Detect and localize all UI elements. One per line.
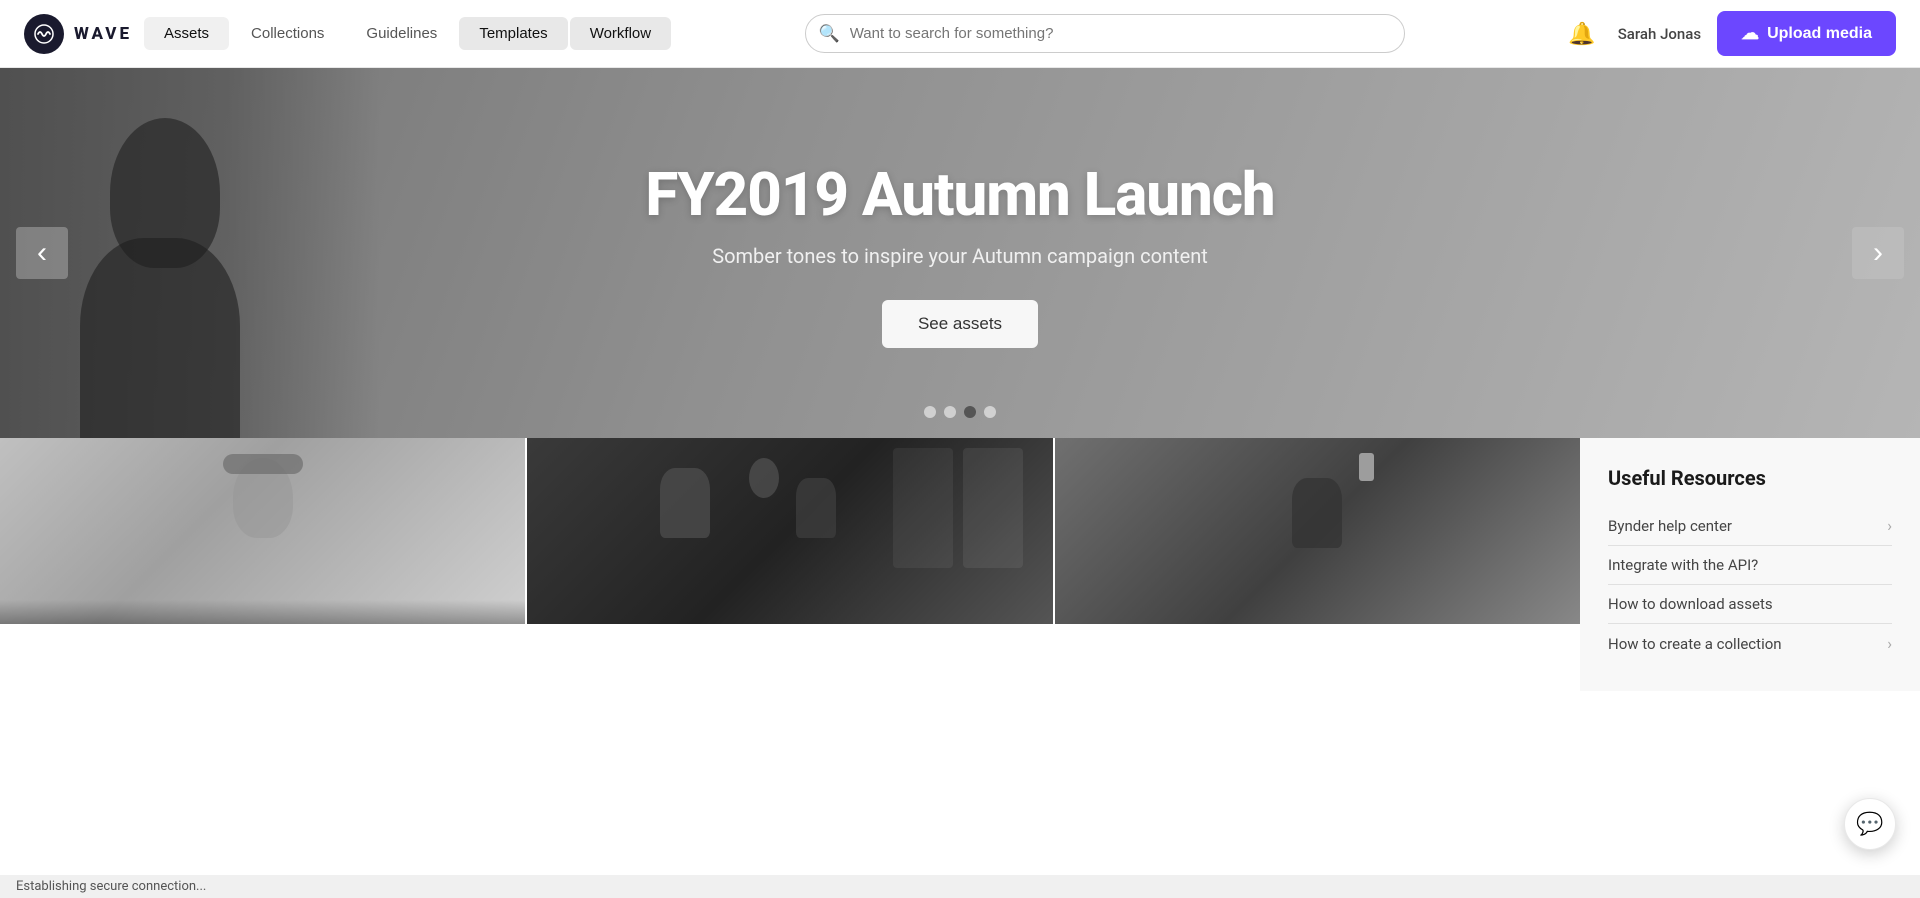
chevron-right-icon-1: ›: [1887, 516, 1892, 535]
nav-collections[interactable]: Collections: [231, 17, 344, 50]
sidebar-link-download-assets[interactable]: How to download assets: [1608, 585, 1892, 624]
wave-logo-svg: [33, 23, 55, 45]
hero-dot-3[interactable]: [964, 406, 976, 418]
bottom-section: Useful Resources Bynder help center › In…: [0, 438, 1920, 691]
see-assets-button[interactable]: See assets: [882, 300, 1038, 348]
sidebar-link-integrate-api[interactable]: Integrate with the API?: [1608, 546, 1892, 585]
media-card-1-overlay: [0, 600, 525, 624]
sidebar-link-integrate-api-label: Integrate with the API?: [1608, 556, 1758, 574]
media-card-3[interactable]: [1055, 438, 1580, 624]
hero-banner: FY2019 Autumn Launch Somber tones to ins…: [0, 68, 1920, 438]
sidebar-link-download-assets-label: How to download assets: [1608, 595, 1773, 613]
hero-content: FY2019 Autumn Launch Somber tones to ins…: [605, 159, 1314, 348]
media-card-1[interactable]: [0, 438, 527, 624]
upload-icon: ☁: [1741, 23, 1759, 44]
upload-label: Upload media: [1767, 25, 1872, 43]
hero-next-button[interactable]: ›: [1852, 227, 1904, 279]
search-input[interactable]: [805, 14, 1405, 53]
media-grid: [0, 438, 1580, 691]
logo[interactable]: WAVE: [24, 14, 132, 54]
sidebar-link-create-collection[interactable]: How to create a collection ›: [1608, 624, 1892, 663]
logo-text: WAVE: [74, 24, 132, 44]
chat-widget[interactable]: 💬: [1844, 798, 1896, 850]
header: WAVE Assets Collections Guidelines Templ…: [0, 0, 1920, 68]
logo-icon: [24, 14, 64, 54]
sidebar-link-create-collection-label: How to create a collection: [1608, 635, 1782, 653]
hero-dot-1[interactable]: [924, 406, 936, 418]
sidebar-link-bynder-help-label: Bynder help center: [1608, 517, 1732, 535]
main-nav: Assets Collections Guidelines Templates …: [144, 17, 671, 50]
media-card-2[interactable]: [527, 438, 1054, 624]
useful-resources-sidebar: Useful Resources Bynder help center › In…: [1580, 438, 1920, 691]
hero-subtitle: Somber tones to inspire your Autumn camp…: [645, 244, 1274, 268]
notification-button[interactable]: 🔔: [1562, 15, 1601, 53]
hero-dot-2[interactable]: [944, 406, 956, 418]
nav-assets[interactable]: Assets: [144, 17, 229, 50]
username-label: Sarah Jonas: [1618, 25, 1701, 43]
status-message: Establishing secure connection...: [16, 879, 206, 894]
nav-workflow[interactable]: Workflow: [570, 17, 671, 50]
nav-templates[interactable]: Templates: [459, 17, 567, 50]
upload-media-button[interactable]: ☁ Upload media: [1717, 11, 1896, 56]
hero-dot-4[interactable]: [984, 406, 996, 418]
search-bar: 🔍: [805, 14, 1405, 53]
search-icon: 🔍: [819, 24, 840, 44]
sidebar-link-bynder-help[interactable]: Bynder help center ›: [1608, 506, 1892, 546]
hero-figure: [60, 98, 320, 438]
nav-guidelines[interactable]: Guidelines: [346, 17, 457, 50]
status-bar: Establishing secure connection...: [0, 875, 1920, 898]
chat-icon: 💬: [1856, 812, 1883, 837]
hero-prev-button[interactable]: ‹: [16, 227, 68, 279]
hero-dots: [924, 406, 996, 418]
header-right: 🔔 Sarah Jonas ☁ Upload media: [1562, 11, 1896, 56]
sidebar-title: Useful Resources: [1608, 466, 1892, 490]
hero-title: FY2019 Autumn Launch: [645, 159, 1274, 230]
chevron-right-icon-2: ›: [1887, 634, 1892, 653]
